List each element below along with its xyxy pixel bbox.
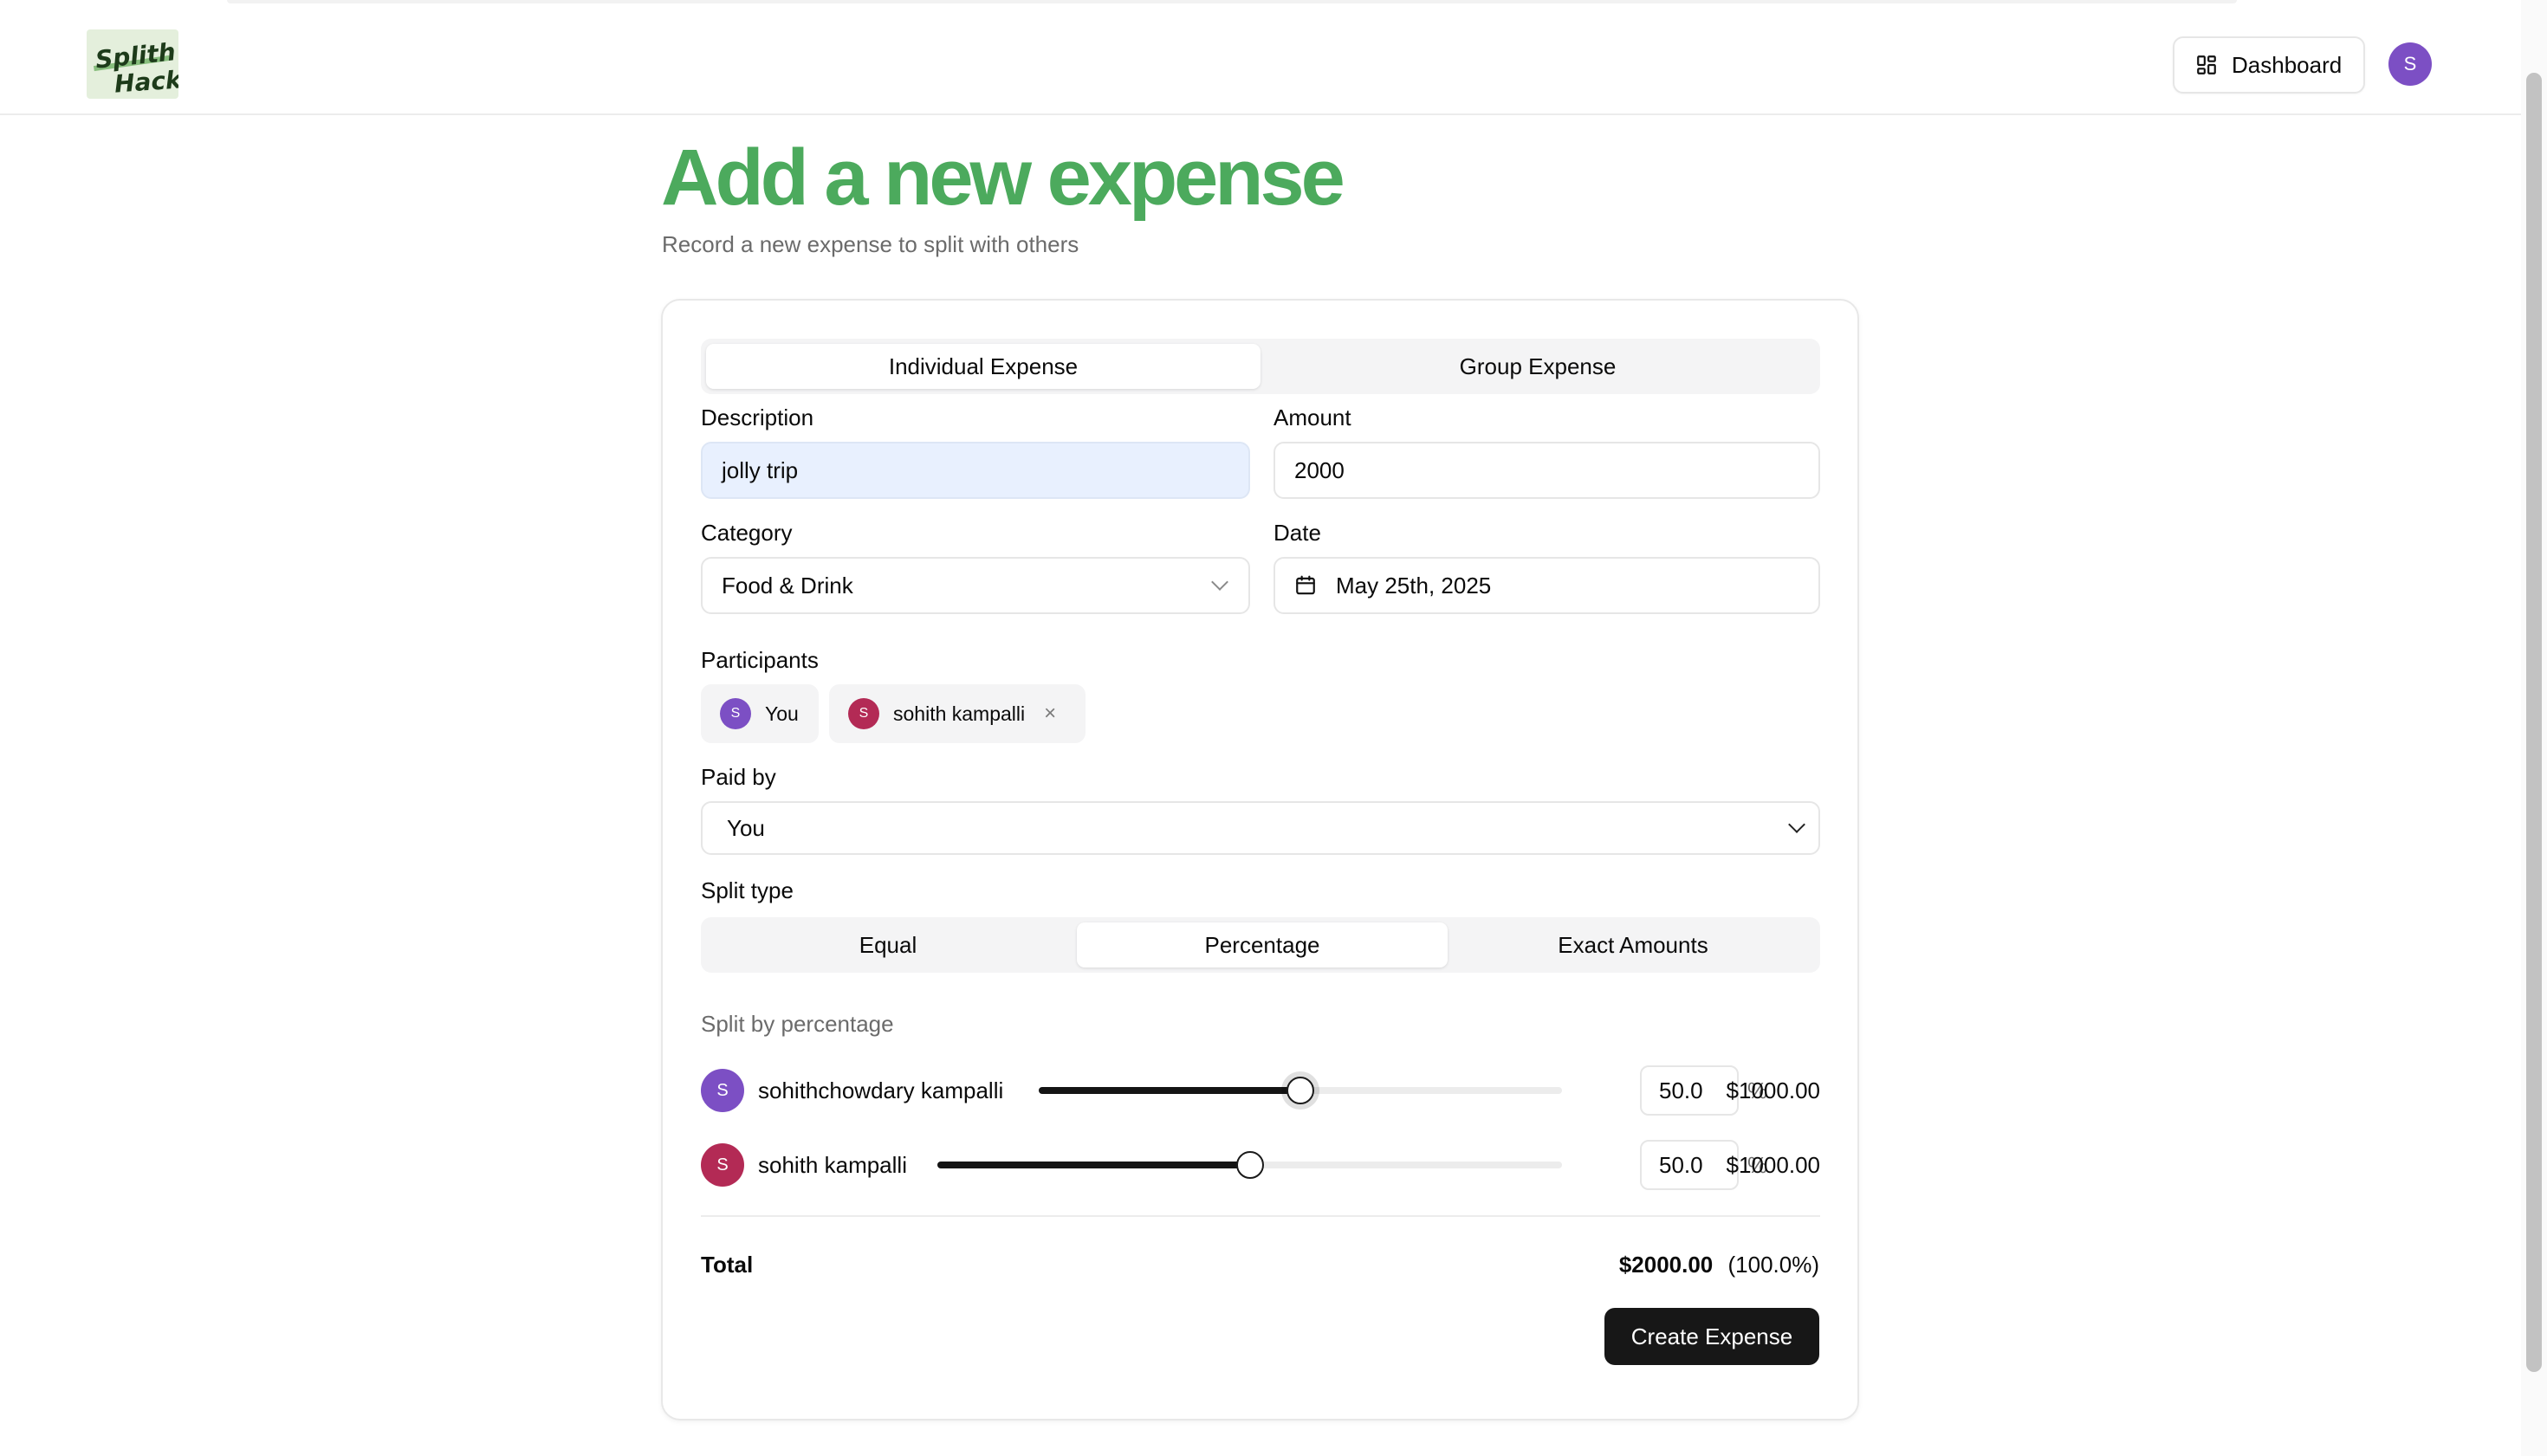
divider bbox=[701, 1215, 1820, 1217]
total-label: Total bbox=[701, 1252, 754, 1278]
participant-name: You bbox=[765, 702, 799, 725]
splithack-logo[interactable]: Splith Hack bbox=[87, 29, 178, 99]
percentage-slider[interactable] bbox=[1039, 1077, 1562, 1104]
logo-text-line2: Hack bbox=[113, 65, 178, 99]
amount-input[interactable]: 2000 bbox=[1274, 442, 1820, 499]
participant-name: sohith kampalli bbox=[893, 702, 1026, 725]
split-type-selector: Equal Percentage Exact Amounts bbox=[701, 917, 1820, 973]
total-percent: (100.0%) bbox=[1727, 1252, 1820, 1278]
date-picker[interactable]: May 25th, 2025 bbox=[1274, 557, 1820, 614]
calendar-icon bbox=[1296, 575, 1315, 595]
tab-group-expense[interactable]: Group Expense bbox=[1261, 344, 1815, 389]
chevron-down-icon bbox=[1788, 816, 1805, 833]
amount-value: 2000 bbox=[1294, 456, 1345, 483]
percentage-value: 50.0 bbox=[1659, 1077, 1703, 1103]
split-row: S sohithchowdary kampalli 50.0 % $1000.0… bbox=[701, 1063, 1820, 1118]
description-value: jolly trip bbox=[722, 456, 799, 483]
category-value: Food & Drink bbox=[722, 572, 853, 599]
slider-fill bbox=[937, 1162, 1250, 1168]
total-amount: $2000.00 bbox=[1618, 1252, 1714, 1278]
paid-by-value: You bbox=[727, 814, 765, 841]
participant-chip-you: S You bbox=[701, 684, 819, 743]
scrollbar-thumb[interactable] bbox=[2526, 73, 2542, 1372]
split-type-percentage[interactable]: Percentage bbox=[1077, 922, 1448, 967]
participant-chip-sohith: S sohith kampalli × bbox=[829, 684, 1086, 743]
user-avatar[interactable]: S bbox=[2388, 42, 2432, 86]
split-amount: $1000.00 bbox=[1726, 1152, 1820, 1178]
percentage-input[interactable]: 50.0 bbox=[1640, 1140, 1739, 1190]
total-value: $2000.00 (100.0%) bbox=[1619, 1252, 1819, 1278]
split-type-exact-amounts[interactable]: Exact Amounts bbox=[1451, 922, 1815, 967]
page-title: Add a new expense bbox=[661, 133, 1345, 222]
category-select[interactable]: Food & Drink bbox=[701, 557, 1250, 614]
participant-avatar: S bbox=[848, 698, 879, 729]
slider-fill bbox=[1039, 1087, 1300, 1094]
dashboard-button-label: Dashboard bbox=[2232, 51, 2343, 78]
dashboard-button[interactable]: Dashboard bbox=[2173, 36, 2365, 94]
expense-type-tabs: Individual Expense Group Expense bbox=[701, 339, 1820, 394]
percentage-value: 50.0 bbox=[1659, 1151, 1703, 1178]
split-avatar: S bbox=[701, 1143, 744, 1187]
percentage-slider[interactable] bbox=[937, 1151, 1562, 1179]
split-participant-name: sohith kampalli bbox=[758, 1152, 907, 1178]
browser-top-line bbox=[227, 0, 2237, 3]
split-avatar: S bbox=[701, 1069, 744, 1112]
page-subtitle: Record a new expense to split with other… bbox=[662, 231, 1079, 257]
slider-thumb[interactable] bbox=[1286, 1077, 1314, 1104]
split-type-equal[interactable]: Equal bbox=[706, 922, 1070, 967]
paid-by-select[interactable]: You bbox=[701, 801, 1820, 855]
participants-label: Participants bbox=[701, 647, 819, 673]
paid-by-label: Paid by bbox=[701, 764, 776, 790]
split-participant-name: sohithchowdary kampalli bbox=[758, 1077, 1004, 1103]
slider-thumb[interactable] bbox=[1235, 1151, 1264, 1179]
description-label: Description bbox=[701, 404, 814, 430]
tab-individual-expense[interactable]: Individual Expense bbox=[706, 344, 1261, 389]
chevron-down-icon bbox=[1211, 573, 1228, 591]
split-section-note: Split by percentage bbox=[701, 1011, 894, 1037]
create-expense-button[interactable]: Create Expense bbox=[1604, 1308, 1819, 1365]
date-label: Date bbox=[1274, 520, 1321, 546]
split-amount: $1000.00 bbox=[1726, 1077, 1820, 1103]
remove-participant-icon[interactable]: × bbox=[1044, 702, 1056, 726]
amount-label: Amount bbox=[1274, 404, 1351, 430]
category-label: Category bbox=[701, 520, 793, 546]
app-header: Splith Hack Dashboard S bbox=[0, 14, 2521, 115]
date-value: May 25th, 2025 bbox=[1336, 572, 1492, 599]
split-row: S sohith kampalli 50.0 % $1000.00 bbox=[701, 1137, 1820, 1193]
split-type-label: Split type bbox=[701, 877, 794, 903]
participant-avatar: S bbox=[720, 698, 751, 729]
dashboard-grid-icon bbox=[2197, 55, 2216, 74]
expense-form-card: Individual Expense Group Expense Descrip… bbox=[661, 299, 1859, 1420]
percentage-input[interactable]: 50.0 bbox=[1640, 1065, 1739, 1116]
description-input[interactable]: jolly trip bbox=[701, 442, 1250, 499]
